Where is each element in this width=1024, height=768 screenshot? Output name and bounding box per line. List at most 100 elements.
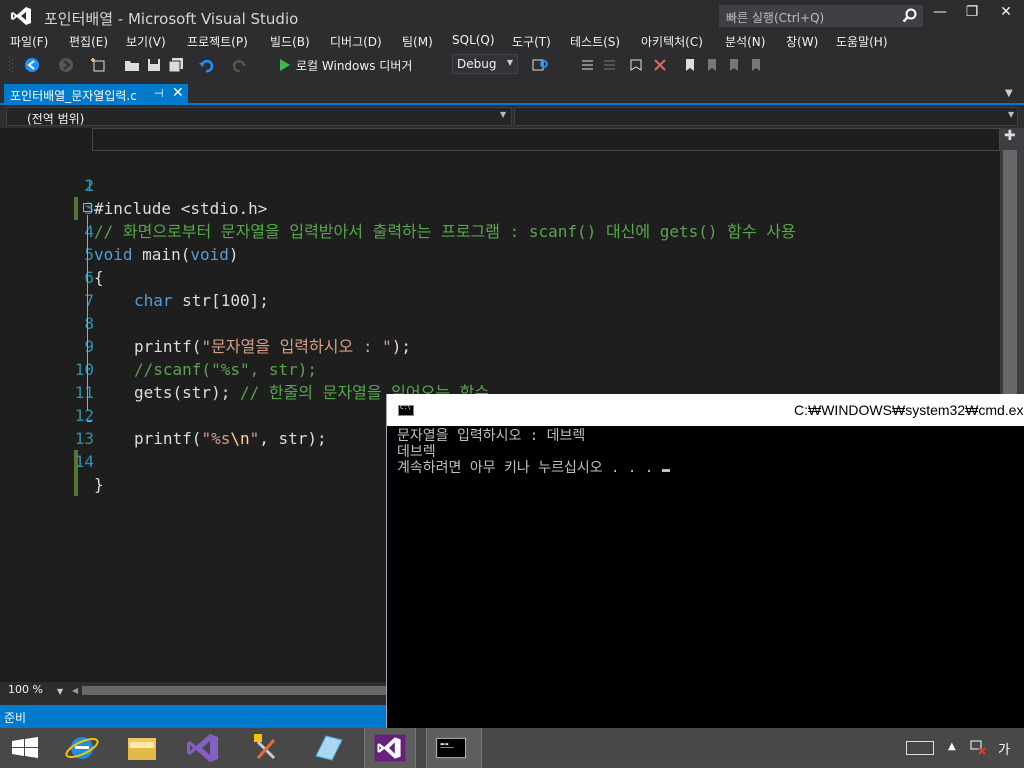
menu-team[interactable]: 팀(M) — [402, 33, 433, 50]
code-line: 7 — [22, 266, 1000, 310]
open-file-icon[interactable] — [124, 56, 140, 74]
save-icon[interactable] — [146, 56, 162, 74]
code-line: 10 gets(str); // 한줄의 문자열을 읽어오는 함수 — [22, 335, 1000, 402]
vertical-scrollbar-thumb[interactable] — [1003, 150, 1017, 396]
internet-explorer-icon[interactable] — [56, 728, 108, 768]
menu-view[interactable]: 보기(V) — [126, 33, 166, 50]
visual-studio-active-icon[interactable] — [364, 728, 416, 768]
menu-file[interactable]: 파일(F) — [10, 33, 48, 50]
status-bar — [0, 705, 386, 728]
tab-active-document[interactable]: 포인터배열_문자열입력.c ⊣ ✕ — [4, 84, 188, 105]
file-explorer-icon[interactable] — [116, 728, 168, 768]
console-cursor — [661, 469, 670, 472]
collapse-region-icon[interactable]: − — [83, 203, 92, 212]
code-line: 3 — [22, 174, 1000, 218]
menu-project[interactable]: 프로젝트(P) — [187, 33, 248, 50]
visual-studio-icon[interactable] — [178, 728, 230, 768]
bookmark-add-icon[interactable] — [628, 56, 644, 74]
previous-bookmark-icon[interactable] — [706, 56, 718, 74]
console-title-bar[interactable]: C:₩WINDOWS₩system32₩cmd.exe — [387, 394, 1024, 426]
change-marker — [74, 473, 78, 496]
show-hidden-icons-icon[interactable]: ▲ — [948, 741, 956, 752]
bookmark-remove-icon[interactable] — [652, 56, 668, 74]
network-icon[interactable] — [969, 739, 987, 755]
zoom-chevron-down-icon: ▼ — [57, 687, 64, 696]
find-in-files-icon[interactable] — [532, 56, 550, 74]
notepad-icon[interactable] — [302, 728, 354, 768]
start-button-icon[interactable] — [0, 728, 52, 768]
menu-bar: 파일(F) 편집(E) 보기(V) 프로젝트(P) 빌드(B) 디버그(D) 팀… — [0, 30, 1024, 52]
menu-analyze[interactable]: 분석(N) — [725, 33, 765, 50]
run-local-debugger-button[interactable]: 로컬 Windows 디버거 — [296, 57, 412, 74]
title-bar: 포인터배열 - Microsoft Visual Studio 빠른 실행(Ct… — [0, 0, 1024, 32]
undo-icon[interactable] — [198, 56, 214, 74]
scope-value: (전역 범위) — [27, 112, 85, 126]
menu-architecture[interactable]: 아키텍처(C) — [641, 33, 703, 50]
scope-dropdown[interactable]: (전역 범위) — [6, 107, 512, 126]
scope-chevron-down-icon: ▼ — [500, 110, 507, 119]
comment-out-icon[interactable] — [578, 56, 594, 74]
split-window-icon[interactable]: ✚ — [1004, 128, 1016, 144]
code-line: 9 //scanf("%s", str); — [22, 312, 1000, 379]
uncomment-icon[interactable] — [600, 56, 616, 74]
zoom-value: 100 % — [8, 683, 43, 696]
code-line: 11 — [22, 358, 1000, 402]
menu-test[interactable]: 테스트(S) — [570, 33, 620, 50]
tab-overflow-chevron-icon[interactable]: ▼ — [1005, 88, 1013, 99]
menu-tools[interactable]: 도구(T) — [512, 33, 551, 50]
menu-sql[interactable]: SQL(Q) — [452, 33, 495, 47]
solution-configuration-select[interactable]: Debug ▼ — [452, 54, 518, 74]
fold-guide-line — [87, 215, 88, 410]
clear-bookmarks-icon[interactable] — [750, 56, 762, 74]
redo-icon[interactable] — [232, 56, 248, 74]
bookmark-icon[interactable] — [684, 56, 696, 74]
console-line: 계속하려면 아무 키나 누르십시오 . . . — [397, 460, 1017, 476]
close-tab-icon[interactable]: ✕ — [172, 85, 184, 101]
cmd-icon — [398, 404, 414, 416]
console-window[interactable]: C:₩WINDOWS₩system32₩cmd.exe 문자열을 입력하시오 :… — [386, 394, 1024, 728]
minimize-button[interactable]: — — [925, 4, 955, 26]
menu-debug[interactable]: 디버그(D) — [330, 33, 382, 50]
save-all-icon[interactable] — [168, 56, 184, 74]
console-prompt: 계속하려면 아무 키나 누르십시오 . . . — [397, 460, 662, 476]
visual-studio-logo-icon — [11, 7, 31, 25]
close-button[interactable]: ✕ — [991, 4, 1021, 26]
toolbar-grip-icon — [9, 57, 13, 72]
next-bookmark-icon[interactable] — [728, 56, 740, 74]
chevron-down-icon: ▼ — [506, 58, 513, 67]
menu-window[interactable]: 창(W) — [786, 33, 818, 50]
code-line: 4 void main(void) — [22, 197, 1000, 264]
console-line: 데브렉 — [397, 444, 436, 460]
code-line: 2 #include <stdio.h> — [22, 151, 1000, 218]
new-project-icon[interactable] — [90, 56, 106, 74]
back-icon[interactable] — [24, 56, 40, 74]
scroll-left-arrow-icon[interactable]: ◀ — [72, 686, 78, 695]
forward-icon[interactable] — [58, 56, 74, 74]
console-line: 문자열을 입력하시오 : 데브렉 — [397, 428, 586, 444]
code-line: 5 { — [22, 220, 1000, 287]
menu-build[interactable]: 빌드(B) — [270, 33, 310, 50]
member-chevron-down-icon: ▼ — [1008, 110, 1015, 119]
solution-configuration-value: Debug — [457, 57, 497, 71]
code-text: } — [94, 475, 104, 494]
console-output[interactable]: 문자열을 입력하시오 : 데브렉 데브렉 계속하려면 아무 키나 누르십시오 . .… — [397, 428, 1017, 476]
member-dropdown[interactable] — [514, 107, 1018, 126]
cmd-taskbar-icon[interactable] — [426, 728, 482, 768]
editor-margin — [0, 128, 22, 682]
code-line: 1 // 화면으로부터 문자열을 입력받아서 출력하는 프로그램 : scanf… — [22, 128, 1000, 241]
current-line-highlight — [92, 128, 1000, 151]
console-title: C:₩WINDOWS₩system32₩cmd.exe — [794, 402, 1024, 418]
quick-launch-input[interactable]: 빠른 실행(Ctrl+Q) — [719, 5, 923, 27]
code-line: 6 char str[100]; — [22, 243, 1000, 310]
status-text: 준비 — [4, 711, 27, 725]
tools-icon[interactable] — [240, 728, 292, 768]
horizontal-scrollbar-thumb[interactable] — [82, 686, 386, 695]
search-icon[interactable] — [902, 8, 918, 24]
pin-icon[interactable]: ⊣ — [154, 87, 164, 100]
menu-help[interactable]: 도움말(H) — [836, 33, 888, 50]
keyboard-icon[interactable] — [906, 741, 934, 755]
ime-indicator[interactable]: 가 — [998, 739, 1010, 758]
restore-button[interactable]: ❐ — [957, 4, 987, 26]
menu-edit[interactable]: 편집(E) — [69, 33, 108, 50]
start-debugging-icon[interactable] — [278, 56, 292, 74]
